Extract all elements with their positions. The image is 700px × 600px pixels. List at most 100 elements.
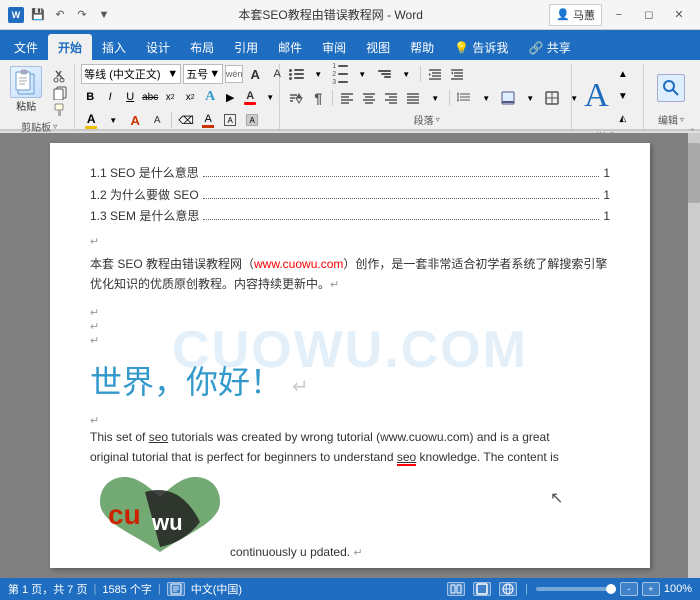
numbered-list-arrow[interactable]: ▼ <box>352 64 372 84</box>
char-shading-btn[interactable]: A <box>242 110 262 130</box>
borders-button[interactable] <box>542 88 562 108</box>
bold-button[interactable]: B <box>81 88 99 106</box>
clipboard-expand-arrow[interactable]: ▿ <box>53 122 57 131</box>
styles-a-display[interactable]: A <box>584 79 609 113</box>
text-color-highlight-btn[interactable]: ▶ <box>221 88 239 106</box>
strikethrough-button[interactable]: abc <box>141 88 159 106</box>
customize-btn[interactable]: ▼ <box>96 7 112 23</box>
font-name-arrow[interactable]: ▼ <box>167 68 178 80</box>
seo-text-1: seo <box>149 430 168 444</box>
print-layout-btn[interactable] <box>473 582 491 596</box>
document-page[interactable]: CUOWU.COM 1.1 SEO 是什么意思 1 1.2 为什么要做 SEO … <box>50 143 650 568</box>
minimize-btn[interactable]: − <box>606 5 632 25</box>
zoom-level: 100% <box>664 583 692 595</box>
tab-view[interactable]: 视图 <box>356 34 400 60</box>
shading-arrow[interactable]: ▼ <box>520 88 540 108</box>
cuowu-link[interactable]: www.cuowu.com <box>254 257 343 271</box>
zoom-slider[interactable] <box>536 587 616 591</box>
footer-text-1: continuously u <box>230 545 307 559</box>
logo-container: cu wu continuously u pdated. ↵ <box>90 472 610 567</box>
increase-font-btn[interactable]: A <box>245 64 265 84</box>
vertical-scrollbar[interactable] <box>688 133 700 578</box>
clear-format-btn[interactable]: ⌫ <box>176 110 196 130</box>
multilevel-list-button[interactable] <box>374 64 394 84</box>
font-name-selector[interactable]: 等线 (中文正文) ▼ <box>81 64 181 84</box>
font-size-selector[interactable]: 五号 ▼ <box>183 64 223 84</box>
styles-down-btn[interactable]: ▼ <box>613 86 633 106</box>
web-layout-btn[interactable] <box>499 582 517 596</box>
paste-icon <box>10 66 42 98</box>
justify-button[interactable] <box>403 88 423 108</box>
font-color-arrow[interactable]: ▼ <box>261 88 279 106</box>
tab-file[interactable]: 文件 <box>4 34 48 60</box>
multilevel-list-arrow[interactable]: ▼ <box>396 64 416 84</box>
font-color-a-btn[interactable]: A <box>81 110 101 130</box>
font-size-down-btn[interactable]: A <box>147 110 167 130</box>
tab-review[interactable]: 审阅 <box>312 34 356 60</box>
tab-insert[interactable]: 插入 <box>92 34 136 60</box>
highlight-color-btn[interactable]: A <box>198 110 218 130</box>
tab-help[interactable]: 帮助 <box>400 34 444 60</box>
zoom-thumb[interactable] <box>606 584 616 594</box>
read-mode-btn[interactable] <box>447 582 465 596</box>
font-size-up-btn[interactable]: A <box>125 110 145 130</box>
char-border-btn[interactable]: A <box>220 110 240 130</box>
tab-layout[interactable]: 布局 <box>180 34 224 60</box>
user-account-btn[interactable]: 👤 马蕙 <box>549 4 602 26</box>
zoom-in-btn[interactable]: + <box>642 582 660 596</box>
font-size-arrow[interactable]: ▼ <box>209 68 220 80</box>
english-para-1: This set of seo tutorials was created by… <box>90 427 610 447</box>
multilevel-list-icon <box>376 68 393 80</box>
tab-mail[interactable]: 邮件 <box>268 34 312 60</box>
restore-btn[interactable]: ◻ <box>636 5 662 25</box>
align-center-button[interactable] <box>359 88 379 108</box>
scrollbar-thumb[interactable] <box>688 143 700 203</box>
decrease-indent-button[interactable] <box>425 64 445 84</box>
toc-item-3: 1.3 SEM 是什么意思 1 <box>90 206 610 228</box>
underline-button[interactable]: U <box>121 88 139 106</box>
find-search-button[interactable] <box>657 74 685 102</box>
text-effects-btn[interactable]: A <box>201 88 219 106</box>
align-arrow[interactable]: ▼ <box>425 88 445 108</box>
format-painter-button[interactable] <box>48 102 72 118</box>
undo-btn[interactable]: ↶ <box>52 7 68 23</box>
sort-button[interactable] <box>286 88 306 108</box>
toc-page-1: 1 <box>603 163 610 185</box>
line-spacing-arrow[interactable]: ▼ <box>476 88 496 108</box>
shading-button[interactable] <box>498 88 518 108</box>
align-left-button[interactable] <box>337 88 357 108</box>
zoom-out-btn[interactable]: - <box>620 582 638 596</box>
font-color-a-arrow[interactable]: ▼ <box>103 110 123 130</box>
increase-indent-button[interactable] <box>447 64 467 84</box>
close-btn[interactable]: ✕ <box>666 5 692 25</box>
copy-button[interactable] <box>48 85 72 101</box>
status-bar-left: 第 1 页，共 7 页 | 1585 个字 | 中文(中国) <box>8 581 242 597</box>
styles-up-btn[interactable]: ▲ <box>613 64 633 84</box>
show-marks-button[interactable]: ¶ <box>308 88 328 108</box>
bullets-button[interactable] <box>286 64 306 84</box>
redo-btn[interactable]: ↷ <box>74 7 90 23</box>
subscript-button[interactable]: x2 <box>161 88 179 106</box>
bullets-arrow[interactable]: ▼ <box>308 64 328 84</box>
editing-expand-arrow[interactable]: ▿ <box>680 115 684 124</box>
styles-more-btn[interactable]: ◭ <box>613 108 633 128</box>
proofing-icon[interactable] <box>167 582 185 596</box>
cut-button[interactable] <box>48 68 72 84</box>
paste-button[interactable]: 粘贴 <box>6 64 46 115</box>
numbered-list-button[interactable]: 1 2 3 <box>330 64 350 84</box>
superscript-button[interactable]: x2 <box>181 88 199 106</box>
font-color-btn[interactable]: A <box>241 88 259 106</box>
font-row1: 等线 (中文正文) ▼ 五号 ▼ wén A A <box>81 64 287 84</box>
tab-design[interactable]: 设计 <box>136 34 180 60</box>
paragraph-expand-arrow[interactable]: ▿ <box>436 115 440 124</box>
wen-label-btn: wén <box>225 65 243 83</box>
tab-references[interactable]: 引用 <box>224 34 268 60</box>
tab-share[interactable]: 🔗 共享 <box>518 34 580 60</box>
tab-tellme[interactable]: 💡 告诉我 <box>444 34 518 60</box>
save-quick-btn[interactable]: 💾 <box>30 7 46 23</box>
tab-start[interactable]: 开始 <box>48 34 92 60</box>
status-sep-3: | <box>525 583 528 595</box>
line-spacing-button[interactable] <box>454 88 474 108</box>
italic-button[interactable]: I <box>101 88 119 106</box>
align-right-button[interactable] <box>381 88 401 108</box>
